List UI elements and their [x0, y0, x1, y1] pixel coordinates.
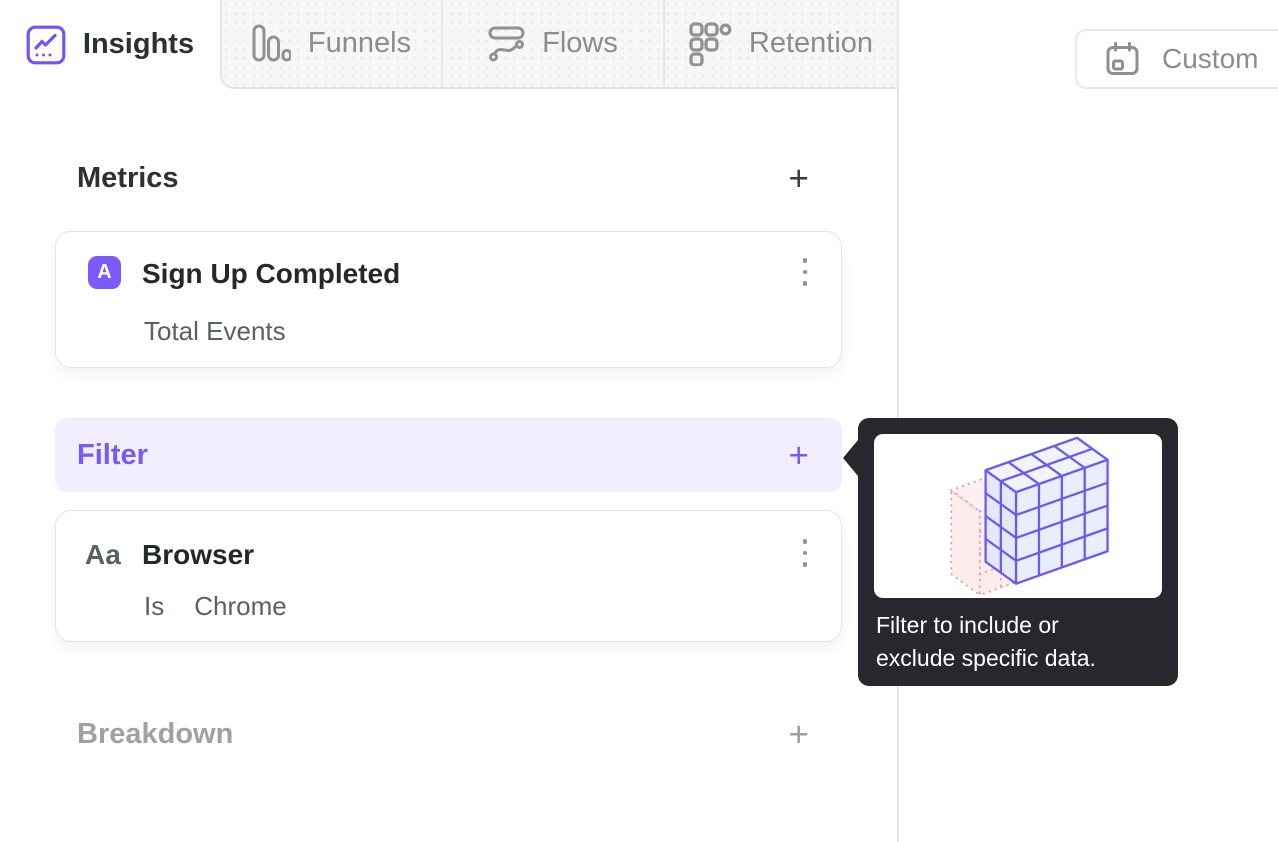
filter-cube-illustration	[874, 434, 1162, 598]
metrics-section-header: Metrics +	[55, 154, 842, 202]
tab-flows[interactable]: Flows	[443, 0, 665, 87]
breakdown-section-header: Breakdown +	[55, 710, 842, 758]
filter-value[interactable]: Chrome	[194, 591, 286, 622]
funnels-icon	[252, 24, 291, 63]
breakdown-heading: Breakdown	[77, 717, 234, 750]
tooltip-text-line2: exclude specific data.	[876, 645, 1096, 671]
tab-insights-label: Insights	[82, 28, 195, 60]
insights-icon	[26, 25, 66, 65]
filter-card-title: Browser	[142, 539, 255, 570]
metric-card-subtitle[interactable]: Total Events	[144, 316, 286, 347]
calendar-icon	[1105, 41, 1140, 77]
tab-funnels[interactable]: Funnels	[222, 0, 443, 87]
add-filter-button[interactable]: +	[789, 438, 809, 473]
tab-retention[interactable]: Retention	[665, 0, 897, 87]
metric-card-title: Sign Up Completed	[142, 258, 401, 289]
tab-flows-label: Flows	[542, 27, 618, 59]
tab-insights[interactable]: Insights	[0, 0, 220, 89]
metric-series-badge: A	[88, 256, 121, 289]
add-breakdown-button[interactable]: +	[789, 717, 809, 752]
metric-card[interactable]: A Sign Up Completed Total Events	[55, 231, 842, 368]
date-range-custom-button[interactable]: Custom	[1075, 29, 1278, 89]
text-property-icon: Aa	[85, 539, 121, 570]
metric-card-menu-icon[interactable]	[802, 258, 807, 286]
filter-card-menu-icon[interactable]	[802, 539, 807, 567]
filter-heading: Filter	[77, 438, 148, 471]
add-metric-button[interactable]: +	[789, 161, 809, 196]
metrics-heading: Metrics	[77, 161, 179, 194]
retention-icon	[689, 21, 732, 66]
flows-icon	[488, 25, 525, 62]
tab-funnels-label: Funnels	[307, 27, 412, 59]
filter-tooltip: Filter to include or exclude specific da…	[843, 418, 1178, 686]
tab-group-inactive: Funnels Flows Retention	[220, 0, 897, 89]
tab-retention-label: Retention	[748, 27, 874, 59]
tooltip-text-line1: Filter to include or	[876, 612, 1059, 638]
filter-operator[interactable]: Is	[144, 591, 164, 622]
filter-card[interactable]: Aa Browser Is Chrome	[55, 510, 842, 642]
custom-button-label: Custom	[1162, 43, 1259, 74]
filter-section-header[interactable]: Filter +	[55, 418, 842, 492]
tooltip-arrow	[843, 440, 858, 476]
